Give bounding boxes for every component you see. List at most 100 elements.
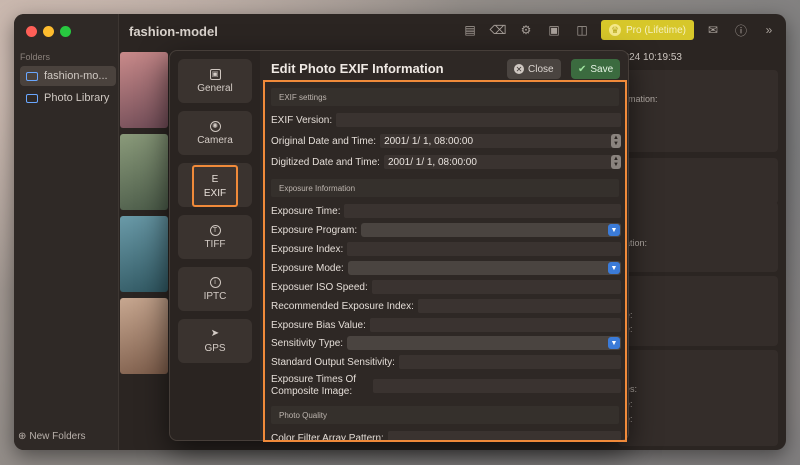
chevron-down-icon: ▼ — [608, 262, 620, 274]
photo-thumbnail[interactable] — [120, 298, 168, 374]
eraser-icon[interactable]: ⌫ — [489, 21, 507, 39]
plus-circle-icon: ⊕ — [18, 431, 27, 442]
chevron-down-icon: ▼ — [608, 224, 620, 236]
exposure-index-input[interactable] — [347, 242, 621, 256]
tab-exif[interactable]: E EXIF — [192, 165, 238, 207]
row-exposure-bias: Exposure Bias Value: — [271, 317, 621, 333]
tab-label: General — [197, 82, 233, 94]
mail-icon[interactable]: ✉ — [704, 21, 722, 39]
row-digitized-date: Digitized Date and Time: 2001/ 1/ 1, 08:… — [271, 154, 621, 170]
new-folders-button[interactable]: ⊕ New Folders — [18, 431, 86, 442]
field-label: Exposure Index: — [271, 243, 344, 255]
iso-speed-input[interactable] — [371, 280, 621, 294]
info-icon[interactable]: ⓘ — [732, 21, 750, 39]
exposure-mode-select[interactable]: ▼ — [347, 261, 621, 275]
row-composite-exposure-times: Exposure Times Of Composite Image: — [271, 372, 621, 400]
tab-label: GPS — [204, 342, 226, 354]
exposure-program-select[interactable]: ▼ — [361, 223, 621, 237]
date-stepper-icon[interactable]: ▲ ▼ — [611, 134, 621, 148]
photo-thumbnail[interactable] — [120, 216, 168, 292]
crown-icon: ♛ — [608, 24, 621, 36]
field-label: EXIF Version: — [271, 114, 333, 126]
exposure-time-input[interactable] — [344, 204, 621, 218]
field-label: Exposure Time: — [271, 205, 341, 217]
split-view-icon[interactable]: ◫ — [573, 21, 591, 39]
photo-icon: ▣ — [209, 68, 221, 80]
row-exposure-mode: Exposure Mode: ▼ — [271, 260, 621, 276]
color-filter-array-input[interactable] — [387, 431, 621, 440]
photo-thumbnail[interactable] — [120, 134, 168, 210]
row-sensitivity-type: Sensitivity Type: ▼ — [271, 335, 621, 351]
pro-lifetime-button[interactable]: ♛ Pro (Lifetime) — [600, 20, 694, 40]
sidebar: Folders fashion-mo... Photo Library ⊕ Ne… — [14, 14, 119, 450]
field-label: Exposure Bias Value: — [271, 319, 366, 331]
info-card — [618, 70, 778, 152]
row-exposure-program: Exposure Program: ▼ — [271, 222, 621, 238]
field-label: Digitized Date and Time: — [271, 156, 380, 168]
sidebar-item-fashion-model[interactable]: fashion-mo... — [20, 66, 116, 86]
row-color-filter-array: Color Filter Array Pattern: — [271, 430, 621, 442]
field-label: Exposuer ISO Speed: — [271, 281, 368, 293]
bg-text: rmation: — [625, 94, 658, 104]
zoom-window-button[interactable] — [60, 26, 71, 37]
tiff-icon: T — [209, 224, 221, 236]
date-stepper-icon[interactable]: ▲ ▼ — [611, 155, 621, 169]
row-iso-speed: Exposuer ISO Speed: — [271, 279, 621, 295]
tab-label: Camera — [197, 134, 233, 146]
new-folders-label: New Folders — [29, 431, 86, 442]
field-label: Standard Output Sensitivity: — [271, 356, 395, 368]
section-photo-quality: Photo Quality — [271, 406, 619, 424]
close-window-button[interactable] — [26, 26, 37, 37]
folder-icon — [26, 93, 38, 103]
field-label: Recommended Exposure Index: — [271, 300, 414, 312]
chevron-right-icon[interactable]: » — [760, 21, 778, 39]
checkmark-icon: ✔ — [578, 63, 587, 75]
exif-version-input[interactable] — [336, 113, 621, 127]
close-label: Close — [528, 63, 554, 75]
image-icon[interactable]: ▣ — [545, 21, 563, 39]
row-exif-version: EXIF Version: — [271, 112, 621, 128]
field-label: Exposure Program: — [271, 224, 358, 236]
sidebar-item-label: fashion-mo... — [44, 70, 108, 82]
row-standard-output-sensitivity: Standard Output Sensitivity: — [271, 354, 621, 370]
field-label: Sensitivity Type: — [271, 337, 344, 349]
tab-label: IPTC — [203, 290, 227, 302]
composite-exposure-times-input[interactable] — [373, 379, 621, 393]
exposure-bias-input[interactable] — [369, 318, 621, 332]
sensitivity-type-select[interactable]: ▼ — [347, 336, 621, 350]
standard-output-sensitivity-input[interactable] — [398, 355, 621, 369]
sidebar-item-label: Photo Library — [44, 92, 110, 104]
field-label: Exposure Mode: — [271, 262, 344, 274]
gear-icon[interactable]: ⚙ — [517, 21, 535, 39]
digitized-date-picker[interactable]: 2001/ 1/ 1, 08:00:00 ▲ ▼ — [383, 155, 621, 169]
row-exposure-index: Exposure Index: — [271, 241, 621, 257]
tab-label: TIFF — [204, 238, 226, 250]
row-exposure-time: Exposure Time: — [271, 203, 621, 219]
toolbar: fashion-model ▤ ⌫ ⚙ ▣ ◫ ♛ Pro (Lifetime)… — [119, 14, 786, 48]
original-date-picker[interactable]: 2001/ 1/ 1, 08:00:00 ▲ ▼ — [380, 134, 621, 148]
calendar-icon[interactable]: ▤ — [461, 21, 479, 39]
tab-general[interactable]: ▣ General — [178, 59, 252, 103]
tab-gps[interactable]: ➤ GPS — [178, 319, 252, 363]
row-recommended-exposure-index: Recommended Exposure Index: — [271, 298, 621, 314]
tab-camera[interactable]: ✺ Camera — [178, 111, 252, 155]
photo-thumbnail[interactable] — [120, 52, 168, 128]
section-exposure-information: Exposure Information — [271, 179, 619, 197]
recommended-exposure-index-input[interactable] — [417, 299, 621, 313]
close-button[interactable]: ✕ Close — [507, 59, 561, 79]
row-original-date: Original Date and Time: 2001/ 1/ 1, 08:0… — [271, 133, 621, 149]
digitized-date-value: 2001/ 1/ 1, 08:00:00 — [387, 156, 477, 168]
minimize-window-button[interactable] — [43, 26, 54, 37]
sidebar-item-photo-library[interactable]: Photo Library — [20, 88, 116, 108]
original-date-value: 2001/ 1/ 1, 08:00:00 — [384, 135, 474, 147]
tab-iptc[interactable]: i IPTC — [178, 267, 252, 311]
tab-tiff[interactable]: T TIFF — [178, 215, 252, 259]
thumbnail-strip — [120, 52, 170, 380]
app-title: fashion-model — [129, 23, 218, 39]
field-label: Color Filter Array Pattern: — [271, 432, 384, 442]
save-button[interactable]: ✔ Save — [571, 59, 621, 79]
save-label: Save — [590, 63, 614, 75]
info-card — [618, 202, 778, 272]
location-arrow-icon: ➤ — [210, 328, 220, 339]
window-controls — [26, 26, 71, 37]
